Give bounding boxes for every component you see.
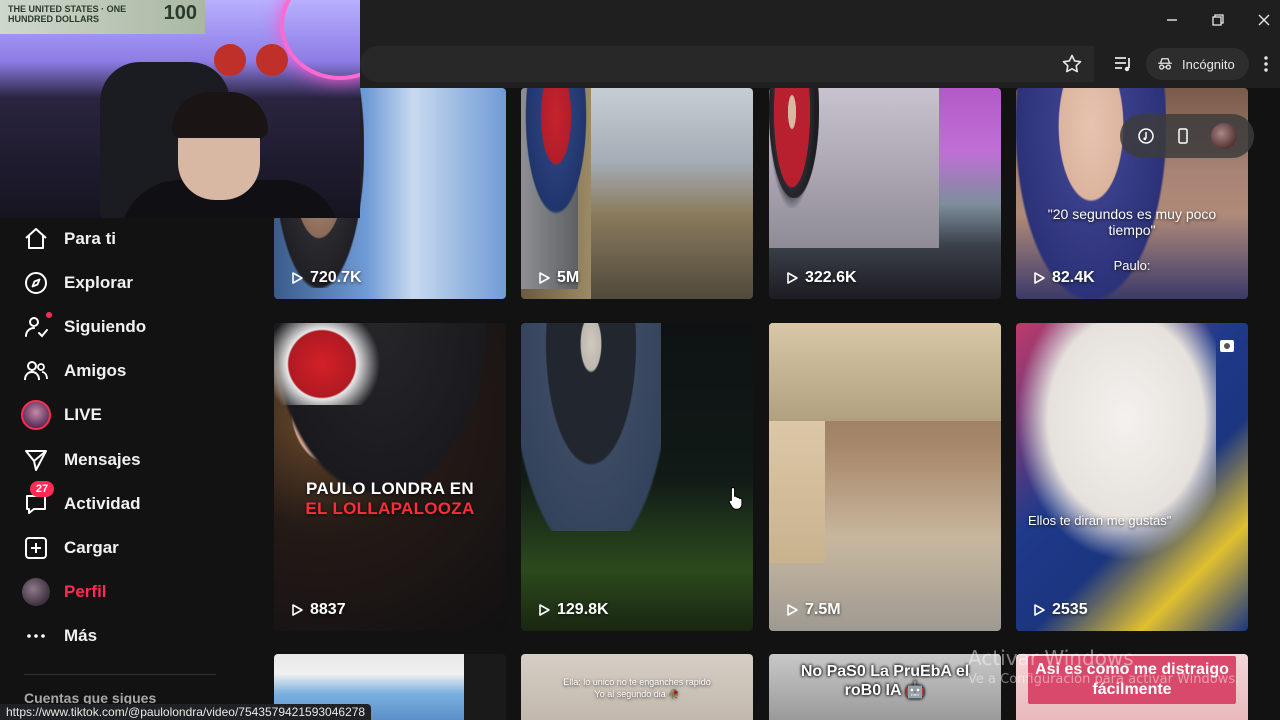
- sidebar: Para ti Explorar Siguiendo Amigos LIVE M…: [0, 218, 240, 720]
- play-icon: [1034, 272, 1045, 284]
- sidebar-item-actividad[interactable]: 27 Actividad: [20, 481, 230, 524]
- device-icon[interactable]: [1174, 127, 1192, 145]
- notification-dot: [46, 312, 52, 318]
- media-controls-icon[interactable]: [1111, 52, 1135, 76]
- video-card[interactable]: No PaS0 La PruEbA el roB0 IA 🤖: [769, 654, 1001, 720]
- view-count: 2535: [1032, 601, 1088, 619]
- close-window-button[interactable]: [1252, 8, 1276, 32]
- play-icon: [539, 272, 550, 284]
- hand-cursor-icon: [728, 486, 743, 510]
- minimize-button[interactable]: [1160, 8, 1184, 32]
- restore-button[interactable]: [1206, 8, 1230, 32]
- sidebar-item-mas[interactable]: Más: [20, 616, 230, 656]
- video-caption: "20 segundos es muy poco tiempo": [1047, 206, 1217, 238]
- view-count: 82.4K: [1032, 269, 1095, 287]
- flowers: [274, 323, 394, 405]
- compass-icon: [25, 272, 47, 294]
- video-card[interactable]: 129.8K: [521, 323, 753, 631]
- address-bar[interactable]: [360, 46, 1094, 82]
- friends-icon: [24, 361, 48, 381]
- video-caption: Ellos te diran me gustas": [1028, 513, 1172, 528]
- sidebar-item-mensajes[interactable]: Mensajes: [20, 440, 230, 480]
- sidebar-divider: [24, 674, 216, 675]
- tiktok-music-icon[interactable]: [1137, 127, 1155, 145]
- video-card[interactable]: 5M: [521, 88, 753, 299]
- sidebar-item-cargar[interactable]: Cargar: [20, 528, 230, 568]
- video-card[interactable]: 322.6K: [769, 88, 1001, 299]
- play-icon: [787, 272, 798, 284]
- windows-activation-watermark: Activar Windows Ve a Configuración para …: [968, 646, 1240, 687]
- sidebar-item-explorar[interactable]: Explorar: [20, 263, 230, 303]
- video-card[interactable]: Ella: lo unico no te enganches rapido Yo…: [521, 654, 753, 720]
- user-avatar[interactable]: [1210, 123, 1237, 149]
- video-card[interactable]: PAULO LONDRA EN EL LOLLAPALOOZA 8837: [274, 323, 506, 631]
- sidebar-item-amigos[interactable]: Amigos: [20, 351, 230, 391]
- incognito-icon: [1158, 58, 1172, 70]
- incognito-indicator[interactable]: Incógnito: [1146, 48, 1249, 80]
- restore-icon: [1212, 14, 1224, 26]
- view-count: 8837: [290, 601, 346, 619]
- play-icon: [787, 604, 798, 616]
- view-count: 5M: [537, 269, 579, 287]
- streamer-hair: [172, 92, 268, 138]
- webcam-overlay: 100 THE UNITED STATES · ONE HUNDRED DOLLA…: [0, 0, 360, 218]
- singer-two: [769, 88, 815, 208]
- home-icon: [25, 228, 47, 249]
- video-card[interactable]: Ellos te diran me gustas" 2535: [1016, 323, 1248, 631]
- spiderman-figure: [521, 88, 591, 228]
- send-icon: [25, 450, 47, 471]
- video-caption: No PaS0 La PruEbA el roB0 IA 🤖: [800, 663, 970, 699]
- play-icon: [539, 604, 550, 616]
- sidebar-item-para-ti[interactable]: Para ti: [20, 219, 230, 259]
- video-caption: PAULO LONDRA EN EL LOLLAPALOOZA: [305, 479, 475, 518]
- play-icon: [1034, 604, 1045, 616]
- view-count: 720.7K: [290, 269, 362, 287]
- minimize-icon: [1167, 19, 1177, 21]
- dollar-bill-decoration: 100 THE UNITED STATES · ONE HUNDRED DOLLA…: [0, 0, 205, 34]
- close-icon: [1258, 14, 1270, 26]
- bookmark-star-icon[interactable]: [1060, 52, 1084, 76]
- following-icon: [25, 317, 48, 338]
- sidebar-item-siguiendo[interactable]: Siguiendo: [20, 307, 230, 347]
- sidebar-item-live[interactable]: LIVE: [20, 395, 230, 435]
- mask-decoration: [256, 44, 288, 76]
- incognito-label: Incógnito: [1182, 56, 1235, 72]
- view-count: 7.5M: [785, 601, 841, 619]
- mask-decoration: [214, 44, 246, 76]
- video-caption: Ella: lo unico no te enganches rapido Yo…: [563, 677, 711, 699]
- activity-badge: 27: [30, 481, 54, 497]
- more-icon: [27, 634, 45, 638]
- play-icon: [292, 272, 303, 284]
- performer-figure: [521, 323, 661, 531]
- video-card[interactable]: 7.5M: [769, 323, 1001, 631]
- link-status-bar: https://www.tiktok.com/@paulolondra/vide…: [0, 704, 372, 720]
- neon-light: [280, 0, 360, 80]
- sidebar-item-perfil[interactable]: Perfil: [20, 572, 230, 612]
- view-count: 322.6K: [785, 269, 857, 287]
- browser-menu-icon[interactable]: [1256, 54, 1276, 74]
- view-count: 129.8K: [537, 601, 609, 619]
- floating-controls: [1120, 114, 1254, 158]
- wooden-base: [769, 323, 1001, 421]
- live-avatar: [21, 400, 51, 430]
- upload-icon: [25, 537, 47, 559]
- photo-mode-icon: [1220, 340, 1234, 352]
- play-icon: [292, 604, 303, 616]
- profile-avatar: [22, 578, 50, 606]
